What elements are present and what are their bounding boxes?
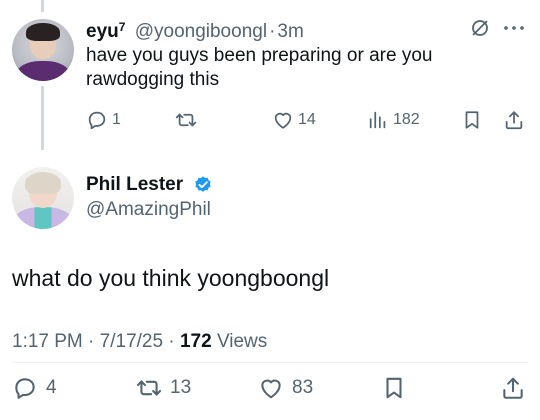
tweet-reply-count: 4 [46, 377, 57, 398]
views-count: 182 [393, 111, 420, 128]
like-count: 14 [298, 111, 316, 128]
tweet-thread-view: eyu7 @yoongiboongl · 3m have you guys been… [0, 0, 540, 420]
tweet-like-count: 83 [292, 377, 314, 398]
author-handle[interactable]: @AmazingPhil [86, 198, 211, 222]
reply-repost-button[interactable] [175, 108, 201, 132]
reply-like-button[interactable]: 14 [272, 108, 316, 132]
reply-share-button[interactable] [503, 108, 525, 132]
reply-reply-button[interactable]: 1 [86, 108, 121, 132]
reply-separator: · [269, 21, 276, 42]
reply-timestamp[interactable]: 3m [277, 21, 303, 42]
reply-views-button[interactable]: 182 [367, 108, 420, 132]
tweet-views-count: 172 [179, 331, 212, 352]
tweet-meta: 1:17 PM · 7/17/25 · 172 Views [12, 330, 267, 354]
thread-connector [41, 86, 44, 150]
reply-icon [15, 378, 35, 399]
reply-handle[interactable]: @yoongiboongl [135, 21, 267, 42]
tweet-reply-button[interactable]: 4 [12, 374, 57, 402]
reply-header: eyu7 @yoongiboongl · 3m [86, 15, 304, 42]
reply-icon [88, 111, 106, 130]
divider [12, 362, 528, 363]
reply-bookmark-button[interactable] [461, 108, 483, 132]
bookmark-icon [465, 111, 479, 129]
tweet-time[interactable]: 1:17 PM [12, 331, 83, 352]
tweet-share-button[interactable] [500, 374, 526, 402]
views-icon [369, 111, 386, 129]
author-display-name[interactable]: Phil Lester [86, 173, 183, 197]
share-icon [505, 111, 523, 130]
share-icon [503, 377, 523, 399]
tweet-views-label: Views [216, 331, 268, 352]
repost-icon [136, 380, 162, 396]
reply-avatar[interactable] [12, 19, 74, 81]
repost-icon [175, 113, 197, 127]
reply-count: 1 [112, 111, 121, 128]
bookmark-icon [386, 377, 402, 399]
author-avatar[interactable] [12, 167, 74, 229]
like-icon [261, 379, 281, 399]
like-icon [274, 112, 292, 129]
thread-connector-top [41, 0, 44, 12]
tweet-date[interactable]: 7/17/25 [100, 331, 163, 352]
tweet-repost-count: 13 [170, 377, 192, 398]
tweet-like-button[interactable]: 83 [258, 374, 313, 402]
tweet-bookmark-button[interactable] [381, 374, 407, 402]
meta-separator: · [168, 331, 175, 352]
mute-icon[interactable] [470, 18, 490, 38]
verified-badge-icon[interactable] [193, 175, 213, 195]
more-icon[interactable] [503, 23, 525, 33]
reply-text: have you guys been preparing or are you … [86, 45, 433, 90]
reply-display-name[interactable]: eyu7 [86, 20, 125, 42]
meta-separator: · [88, 331, 95, 352]
tweet-repost-button[interactable]: 13 [136, 374, 191, 402]
tweet-text: what do you think yoongboongl [12, 265, 330, 291]
